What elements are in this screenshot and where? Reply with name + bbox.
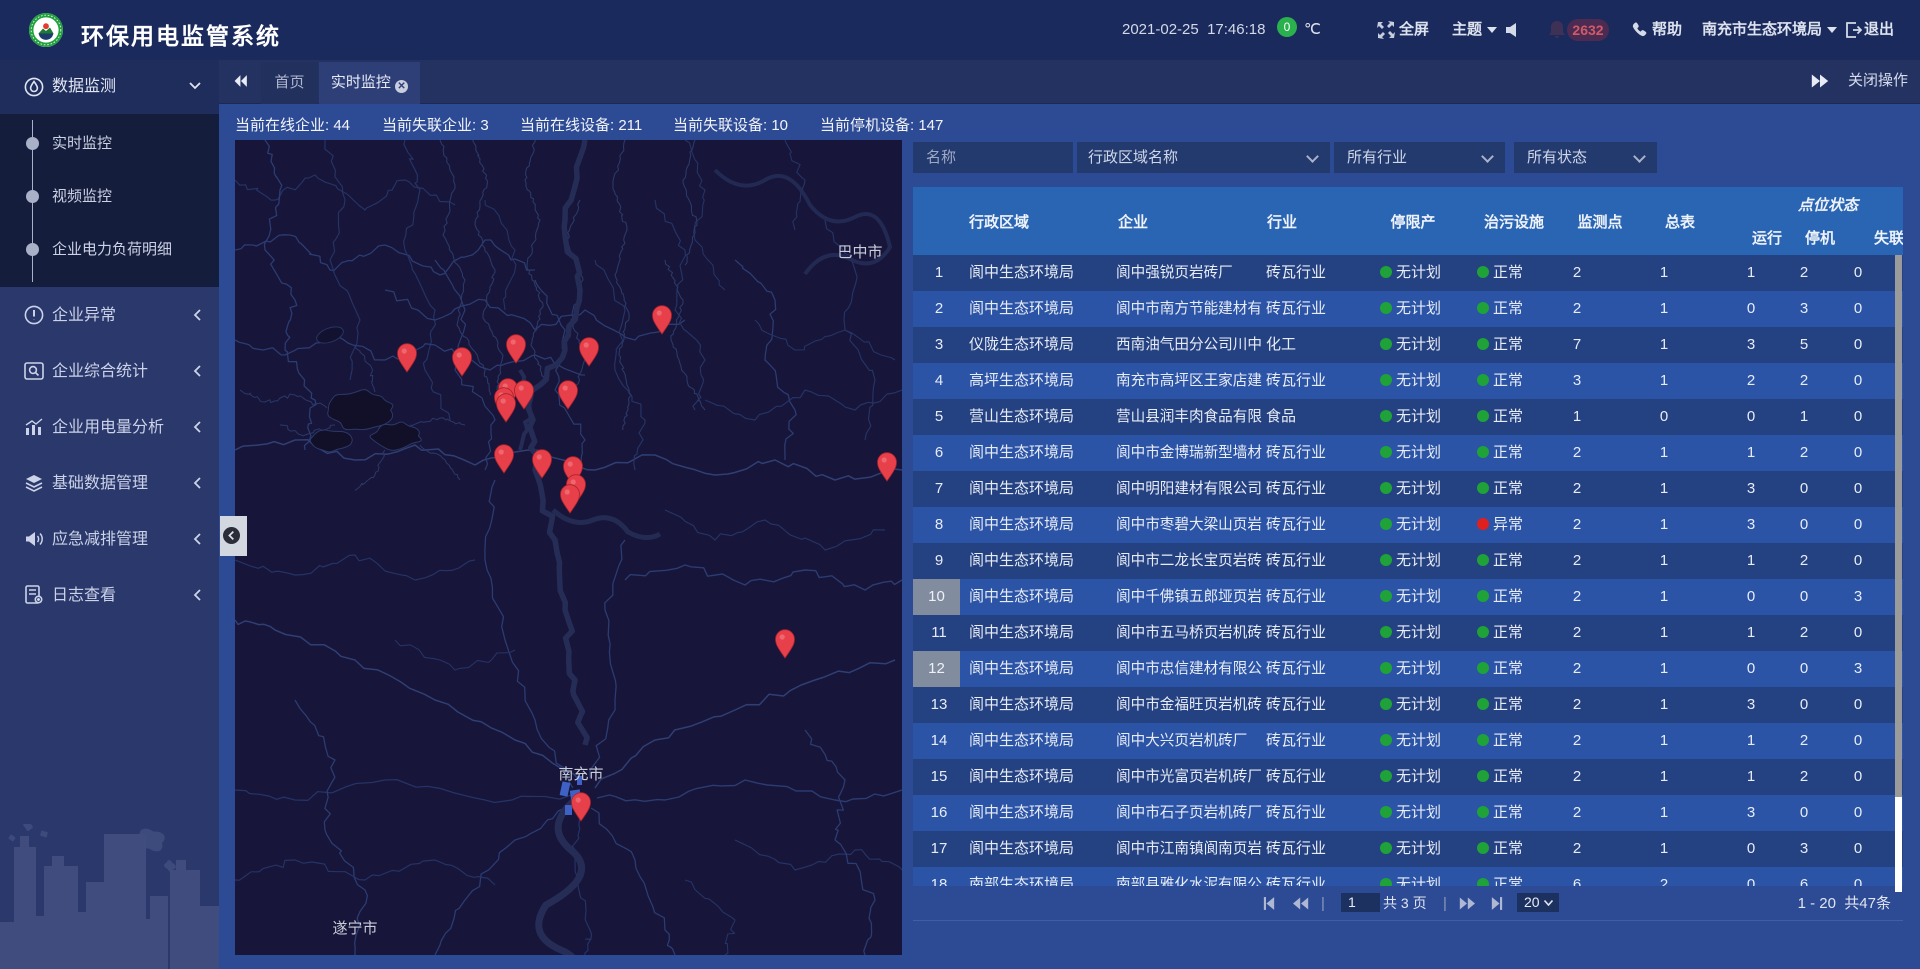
svg-text:南充市: 南充市 (558, 766, 603, 783)
svg-text:巴中市: 巴中市 (837, 244, 882, 261)
svg-text:遂宁市: 遂宁市 (332, 920, 377, 937)
